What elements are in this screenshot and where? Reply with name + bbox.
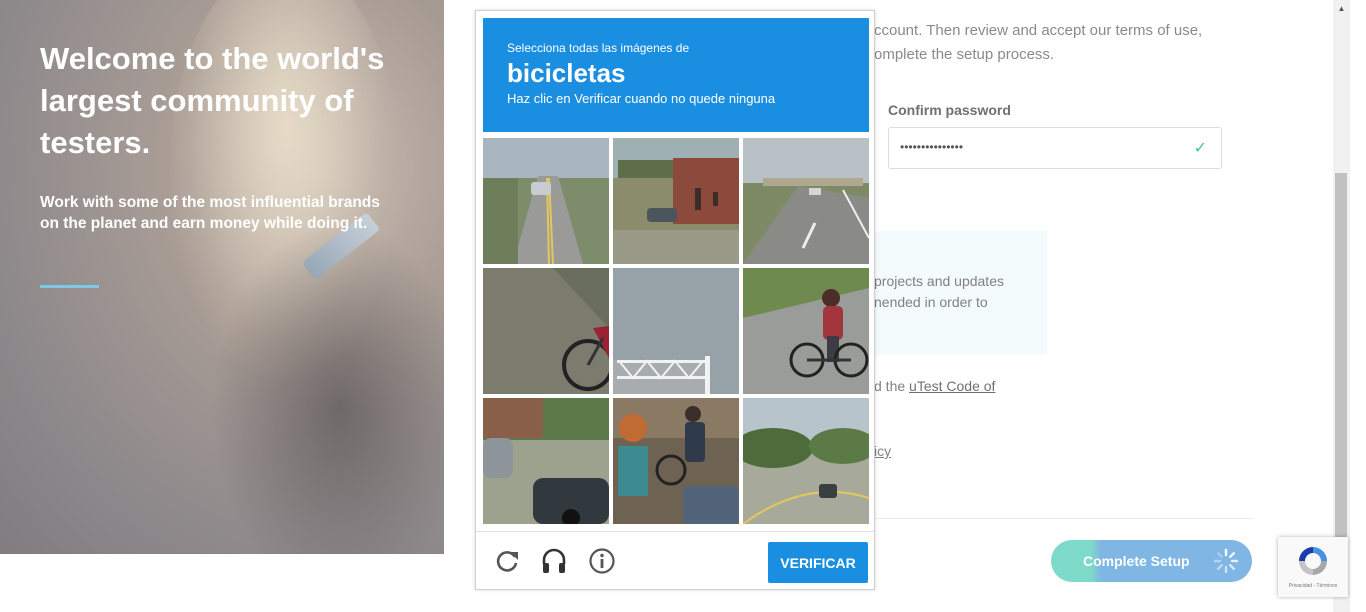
scroll-up-arrow-icon[interactable]: ▲ bbox=[1333, 4, 1350, 13]
divider bbox=[874, 518, 1254, 519]
captcha-target: bicicletas bbox=[507, 58, 626, 88]
captcha-tile[interactable] bbox=[613, 398, 739, 524]
info-text: projects and updates nended in order to bbox=[874, 273, 1004, 310]
scrollbar[interactable]: ▲ bbox=[1333, 0, 1350, 612]
confirm-password-label: Confirm password bbox=[888, 102, 1011, 118]
intro-line-1: ccount. Then review and accept our terms… bbox=[874, 22, 1203, 39]
hero-panel: Welcome to the world's largest community… bbox=[0, 0, 444, 554]
scrollbar-thumb[interactable] bbox=[1335, 173, 1347, 541]
captcha-tile[interactable] bbox=[483, 138, 609, 264]
captcha-hint: Haz clic en Verificar cuando no quede ni… bbox=[507, 91, 776, 106]
confirm-password-field[interactable]: ••••••••••••••• ✓ bbox=[888, 127, 1222, 169]
captcha-image-grid bbox=[483, 138, 869, 524]
captcha-tile[interactable] bbox=[743, 138, 869, 264]
captcha-dialog: Selecciona todas las imágenes de bicicle… bbox=[475, 10, 875, 590]
loading-spinner-icon bbox=[1213, 548, 1239, 574]
accent-line bbox=[40, 285, 99, 288]
captcha-instruction: Selecciona todas las imágenes de bbox=[507, 41, 690, 55]
confirm-password-value: ••••••••••••••• bbox=[900, 140, 964, 154]
hero-title: Welcome to the world's largest community… bbox=[40, 41, 385, 160]
captcha-tile[interactable] bbox=[743, 268, 869, 394]
captcha-footer-divider bbox=[476, 531, 874, 532]
recaptcha-logo-icon bbox=[1299, 547, 1327, 575]
captcha-tile[interactable] bbox=[483, 268, 609, 394]
recaptcha-badge[interactable]: Privacidad - Términos bbox=[1278, 537, 1348, 597]
code-of-conduct-line: d the uTest Code of bbox=[874, 378, 995, 394]
privacy-policy-link[interactable]: icy bbox=[874, 443, 891, 459]
hero-subtitle: Work with some of the most influential b… bbox=[40, 194, 380, 232]
reload-icon[interactable] bbox=[492, 546, 522, 576]
captcha-header: Selecciona todas las imágenes de bicicle… bbox=[483, 18, 869, 132]
complete-setup-button[interactable]: Complete Setup bbox=[1051, 540, 1252, 582]
code-of-conduct-link[interactable]: uTest Code of bbox=[909, 378, 995, 394]
intro-line-2: omplete the setup process. bbox=[874, 46, 1055, 63]
captcha-tile[interactable] bbox=[743, 398, 869, 524]
code-prefix: d the bbox=[874, 378, 910, 394]
audio-icon[interactable] bbox=[539, 546, 569, 576]
captcha-tile[interactable] bbox=[613, 268, 739, 394]
info-icon[interactable] bbox=[587, 546, 617, 576]
check-icon: ✓ bbox=[1193, 140, 1207, 157]
complete-setup-label: Complete Setup bbox=[1083, 553, 1190, 569]
captcha-tile[interactable] bbox=[613, 138, 739, 264]
verify-button[interactable]: VERIFICAR bbox=[768, 542, 868, 583]
captcha-tile[interactable] bbox=[483, 398, 609, 524]
info-box: projects and updates nended in order to bbox=[860, 231, 1047, 355]
recaptcha-fine-print[interactable]: Privacidad - Términos bbox=[1280, 583, 1346, 589]
